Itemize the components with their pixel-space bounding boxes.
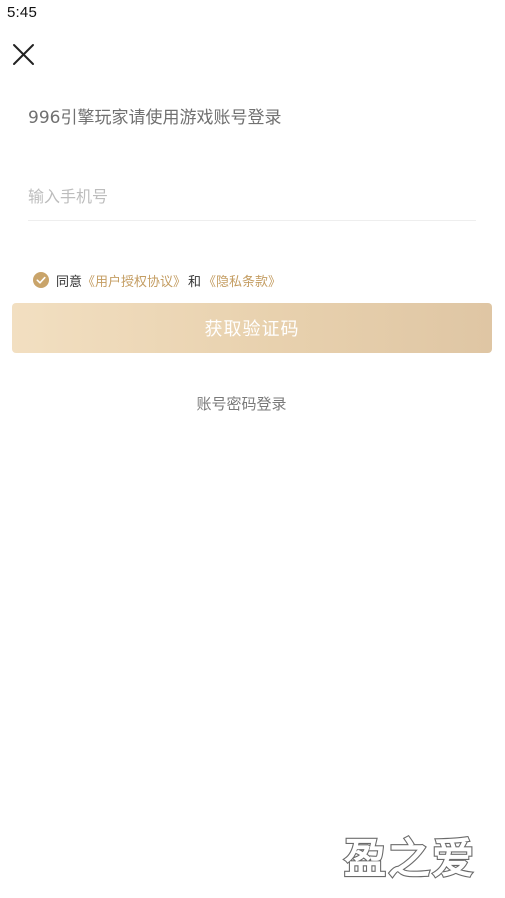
login-screen: 5:45 996引擎玩家请使用游戏账号登录 同意 《用户授权协议》 和 《隐私条… (0, 0, 505, 898)
user-agreement-link[interactable]: 《用户授权协议》 (82, 271, 186, 290)
privacy-policy-link[interactable]: 《隐私条款》 (203, 271, 281, 290)
agreement-row: 同意 《用户授权协议》 和 《隐私条款》 (33, 271, 281, 290)
phone-input[interactable] (28, 176, 476, 216)
watermark-logo-image: 盈之爱 (343, 833, 476, 884)
agreement-and: 和 (188, 274, 202, 290)
login-subtitle: 996引擎玩家请使用游戏账号登录 (28, 108, 282, 128)
close-icon (13, 44, 34, 65)
get-code-button[interactable]: 获取验证码 (12, 303, 492, 353)
agreement-prefix: 同意 (56, 274, 83, 290)
checkmark-circle-icon (33, 272, 49, 288)
agreement-checkbox[interactable] (33, 272, 49, 288)
close-button[interactable] (10, 40, 38, 68)
account-password-login-link[interactable]: 账号密码登录 (0, 393, 483, 414)
phone-field (28, 176, 476, 221)
svg-text:盈之爱: 盈之爱 (344, 834, 476, 883)
status-bar-time: 5:45 (7, 4, 37, 21)
watermark-logo: 盈之爱 (327, 830, 493, 886)
